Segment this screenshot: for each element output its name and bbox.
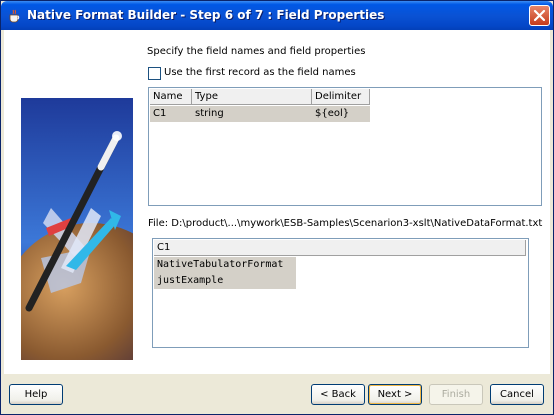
fields-table[interactable]: Name Type Delimiter C1 string ${eol} <box>148 87 542 206</box>
dialog-window: Native Format Builder - Step 6 of 7 : Fi… <box>0 0 554 415</box>
wizard-content: Specify the field names and field proper… <box>4 30 550 374</box>
preview-row[interactable]: NativeTabulatorFormat <box>154 257 296 273</box>
column-header-name[interactable]: Name <box>150 89 192 105</box>
instruction-text: Specify the field names and field proper… <box>147 46 366 57</box>
wizard-illustration <box>21 98 133 360</box>
finish-button[interactable]: Finish <box>429 384 483 405</box>
preview-column-header[interactable]: C1 <box>154 240 526 256</box>
button-bar: Help < Back Next > Finish Cancel <box>4 374 550 413</box>
title-bar[interactable]: Native Format Builder - Step 6 of 7 : Fi… <box>1 1 553 30</box>
next-button[interactable]: Next > <box>368 384 422 405</box>
file-path-label: File: D:\product\...\mywork\ESB-Samples\… <box>148 218 543 229</box>
cell-type[interactable]: string <box>192 106 312 122</box>
coffee-cup-icon <box>9 9 20 23</box>
close-icon <box>533 9 546 22</box>
column-header-type[interactable]: Type <box>192 89 312 105</box>
preview-row[interactable]: justExample <box>154 273 296 289</box>
data-preview-table[interactable]: C1 NativeTabulatorFormat justExample <box>152 238 529 348</box>
cell-delimiter[interactable]: ${eol} <box>312 106 370 122</box>
column-header-delimiter[interactable]: Delimiter <box>312 89 370 105</box>
cell-name[interactable]: C1 <box>150 106 192 122</box>
close-button[interactable] <box>529 5 550 26</box>
cancel-button[interactable]: Cancel <box>490 384 544 405</box>
window-title: Native Format Builder - Step 6 of 7 : Fi… <box>27 8 385 22</box>
back-button[interactable]: < Back <box>311 384 365 405</box>
use-first-record-checkbox[interactable] <box>148 67 161 80</box>
help-button[interactable]: Help <box>9 384 63 405</box>
use-first-record-label[interactable]: Use the first record as the field names <box>164 67 356 78</box>
